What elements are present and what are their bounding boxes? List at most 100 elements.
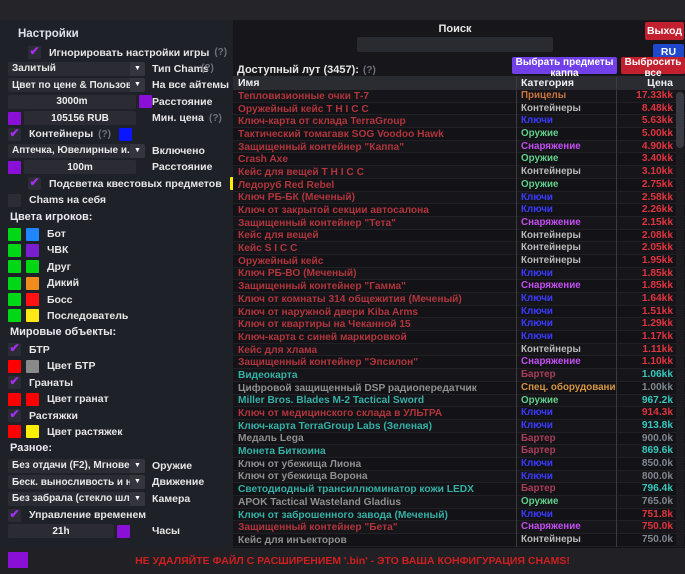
value-input[interactable]: 100m bbox=[24, 160, 136, 174]
table-row[interactable]: Защищенный контейнер "Тета"Снаряжение2.1… bbox=[233, 217, 685, 230]
table-row[interactable]: Ключ РБ-БК (Меченый)Ключи2.58kk bbox=[233, 192, 685, 205]
table-row[interactable]: Защищенный контейнер "Гамма"Снаряжение1.… bbox=[233, 280, 685, 293]
table-row[interactable]: Медаль LegaБартер900.0k bbox=[233, 433, 685, 446]
checkbox-checked[interactable]: ✔ bbox=[28, 177, 41, 190]
color-swatch-secondary[interactable] bbox=[26, 425, 39, 438]
table-scrollbar[interactable] bbox=[676, 90, 684, 548]
table-row[interactable]: APOK Tactical Wasteland GladiusОружие765… bbox=[233, 496, 685, 509]
color-swatch-primary[interactable] bbox=[8, 228, 21, 241]
dropdown[interactable]: Цвет по цене & Пользователь▼ bbox=[8, 78, 145, 92]
table-row[interactable]: Кейс S I C CКонтейнеры2.05kk bbox=[233, 242, 685, 255]
loot-price-cell: 750.0k bbox=[616, 521, 685, 534]
checkbox-checked[interactable]: ✔ bbox=[8, 343, 21, 356]
color-swatch[interactable] bbox=[8, 161, 21, 174]
table-row[interactable]: Ключ от убежища ВоронаКлючи800.0k bbox=[233, 471, 685, 484]
table-row[interactable]: Оружейный кейс T H I C CКонтейнеры8.48kk bbox=[233, 103, 685, 116]
table-row[interactable]: Цифровой защищенный DSP радиопередатчикС… bbox=[233, 382, 685, 395]
table-row[interactable]: Ключ-карта с синей маркировкойКлючи1.17k… bbox=[233, 331, 685, 344]
table-row[interactable]: Ледоруб Red RebelОружие2.75kk bbox=[233, 179, 685, 192]
table-row[interactable]: Оружейный кейсКонтейнеры1.95kk bbox=[233, 255, 685, 268]
table-row[interactable]: Ключ от убежища ЛионаКлючи850.0k bbox=[233, 458, 685, 471]
loot-name-cell: Ключ-карта от склада TerraGroup bbox=[233, 116, 516, 127]
dropdown[interactable]: Беск. выносливость и нет уста▼ bbox=[8, 475, 145, 489]
color-swatch-secondary[interactable] bbox=[26, 277, 39, 290]
loot-name-cell: Монета Биткоина bbox=[233, 446, 516, 457]
loot-price-cell: 1.29kk bbox=[616, 318, 685, 331]
table-row[interactable]: Ключ-карта от склада TerraGroupКлючи5.63… bbox=[233, 115, 685, 128]
checkbox-label: Управление временем bbox=[29, 509, 146, 521]
color-swatch-secondary[interactable] bbox=[26, 244, 39, 257]
color-swatch-primary[interactable] bbox=[8, 393, 21, 406]
color-swatch-secondary[interactable] bbox=[26, 293, 39, 306]
checkbox[interactable] bbox=[8, 194, 21, 207]
exit-button[interactable]: Выход bbox=[645, 22, 684, 40]
checkbox-checked[interactable]: ✔ bbox=[8, 128, 21, 141]
column-header-category[interactable]: Категория bbox=[516, 77, 616, 89]
color-swatch-primary[interactable] bbox=[8, 260, 21, 273]
column-header-name[interactable]: Имя bbox=[233, 77, 516, 89]
discard-all-button[interactable]: Выбросить все bbox=[621, 57, 685, 74]
color-swatch-primary[interactable] bbox=[8, 425, 21, 438]
checkbox-checked[interactable]: ✔ bbox=[8, 376, 21, 389]
table-row[interactable]: Кейс для хламаКонтейнеры1.11kk bbox=[233, 344, 685, 357]
table-row[interactable]: Ключ от комнаты 314 общежития (Меченый)К… bbox=[233, 293, 685, 306]
checkbox-checked[interactable]: ✔ bbox=[8, 509, 21, 522]
table-row[interactable]: Ключ-карта TerraGroup Labs (Зеленая)Ключ… bbox=[233, 420, 685, 433]
table-row[interactable]: Ключ от наружной двери Kiba ArmsКлючи1.5… bbox=[233, 306, 685, 319]
colors2-row: Цвет гранат bbox=[8, 393, 233, 406]
checkbox-checked[interactable]: ✔ bbox=[8, 409, 21, 422]
column-header-price[interactable]: Цена bbox=[616, 77, 685, 89]
table-row[interactable]: Светодиодный трансиллюминатор кожи LEDXБ… bbox=[233, 483, 685, 496]
value-input[interactable]: 105156 RUB bbox=[24, 111, 136, 125]
table-row[interactable]: Защищенный контейнер "Бета"Снаряжение750… bbox=[233, 521, 685, 534]
table-row[interactable]: Ключ РБ-ВО (Меченый)Ключи1.85kk bbox=[233, 268, 685, 281]
color-swatch[interactable] bbox=[139, 95, 152, 108]
loot-price-cell: 17.33kk bbox=[616, 90, 685, 103]
input-label: Мин. цена bbox=[152, 112, 204, 124]
color-swatch-secondary[interactable] bbox=[26, 393, 39, 406]
dropdown[interactable]: Аптечка, Ювелирные и...▼ bbox=[8, 144, 145, 158]
table-row[interactable]: Ключ от заброшенного завода (Меченый)Клю… bbox=[233, 509, 685, 522]
color-swatch-secondary[interactable] bbox=[26, 309, 39, 322]
table-row[interactable]: Защищенный контейнер "Каппа"Снаряжение4.… bbox=[233, 141, 685, 154]
color-swatch-primary[interactable] bbox=[8, 244, 21, 257]
value-input[interactable]: 21h bbox=[8, 524, 114, 538]
table-row[interactable]: Ключ от медицинского склада в УЛЬТРАКлюч… bbox=[233, 407, 685, 420]
color-row-label: ЧВК bbox=[47, 244, 68, 256]
dropdown[interactable]: Без забрала (стекло шлема)▼ bbox=[8, 492, 145, 506]
table-row[interactable]: Кейс для инъекторовКонтейнеры750.0k bbox=[233, 534, 685, 547]
table-row[interactable]: Монета БиткоинаБартер869.6k bbox=[233, 445, 685, 458]
color-swatch-primary[interactable] bbox=[8, 277, 21, 290]
select-kappa-items-button[interactable]: Выбрать предметы каппа bbox=[512, 57, 617, 74]
checkbox-checked[interactable]: ✔ bbox=[28, 46, 41, 59]
table-row[interactable]: Miller Bros. Blades M-2 Tactical SwordОр… bbox=[233, 395, 685, 408]
table-row[interactable]: Тепловизионные очки Т-7Прицелы17.33kk bbox=[233, 90, 685, 103]
color-swatch[interactable] bbox=[117, 525, 130, 538]
table-row[interactable]: Ключ от закрытой секции автосалонаКлючи2… bbox=[233, 204, 685, 217]
table-row[interactable]: ВидеокартаБартер1.06kk bbox=[233, 369, 685, 382]
scrollbar-thumb[interactable] bbox=[676, 92, 684, 148]
color-swatch-secondary[interactable] bbox=[26, 228, 39, 241]
color-swatch-primary[interactable] bbox=[8, 309, 21, 322]
table-row[interactable]: Кейс для вещейКонтейнеры2.08kk bbox=[233, 230, 685, 243]
color-row-label: Босс bbox=[47, 294, 73, 306]
footer-color-swatch[interactable] bbox=[8, 552, 28, 568]
loot-name-cell: Светодиодный трансиллюминатор кожи LEDX bbox=[233, 484, 516, 495]
table-row[interactable]: Защищенный контейнер "Эпсилон"Снаряжение… bbox=[233, 356, 685, 369]
color-swatch-secondary[interactable] bbox=[26, 260, 39, 273]
color-swatch[interactable] bbox=[119, 128, 132, 141]
table-row[interactable]: Crash AxeОружие3.40kk bbox=[233, 153, 685, 166]
table-row[interactable]: Кейс для вещей T H I C CКонтейнеры3.10kk bbox=[233, 166, 685, 179]
loot-name-cell: Ключ от квартиры на Чеканной 15 bbox=[233, 319, 516, 330]
loot-category-cell: Контейнеры bbox=[516, 103, 616, 116]
dropdown[interactable]: Залитый▼ bbox=[8, 62, 145, 76]
dropdown[interactable]: Без отдачи (F2), Мгновенное п▼ bbox=[8, 459, 145, 473]
color-swatch-secondary[interactable] bbox=[26, 360, 39, 373]
color-swatch-primary[interactable] bbox=[8, 293, 21, 306]
table-row[interactable]: Ключ от квартиры на Чеканной 15Ключи1.29… bbox=[233, 318, 685, 331]
color-swatch-primary[interactable] bbox=[8, 360, 21, 373]
value-input[interactable]: 3000m bbox=[8, 95, 136, 109]
search-input[interactable] bbox=[357, 37, 553, 52]
color-swatch[interactable] bbox=[8, 112, 21, 125]
table-row[interactable]: Тактический томагавк SOG Voodoo HawkОруж… bbox=[233, 128, 685, 141]
